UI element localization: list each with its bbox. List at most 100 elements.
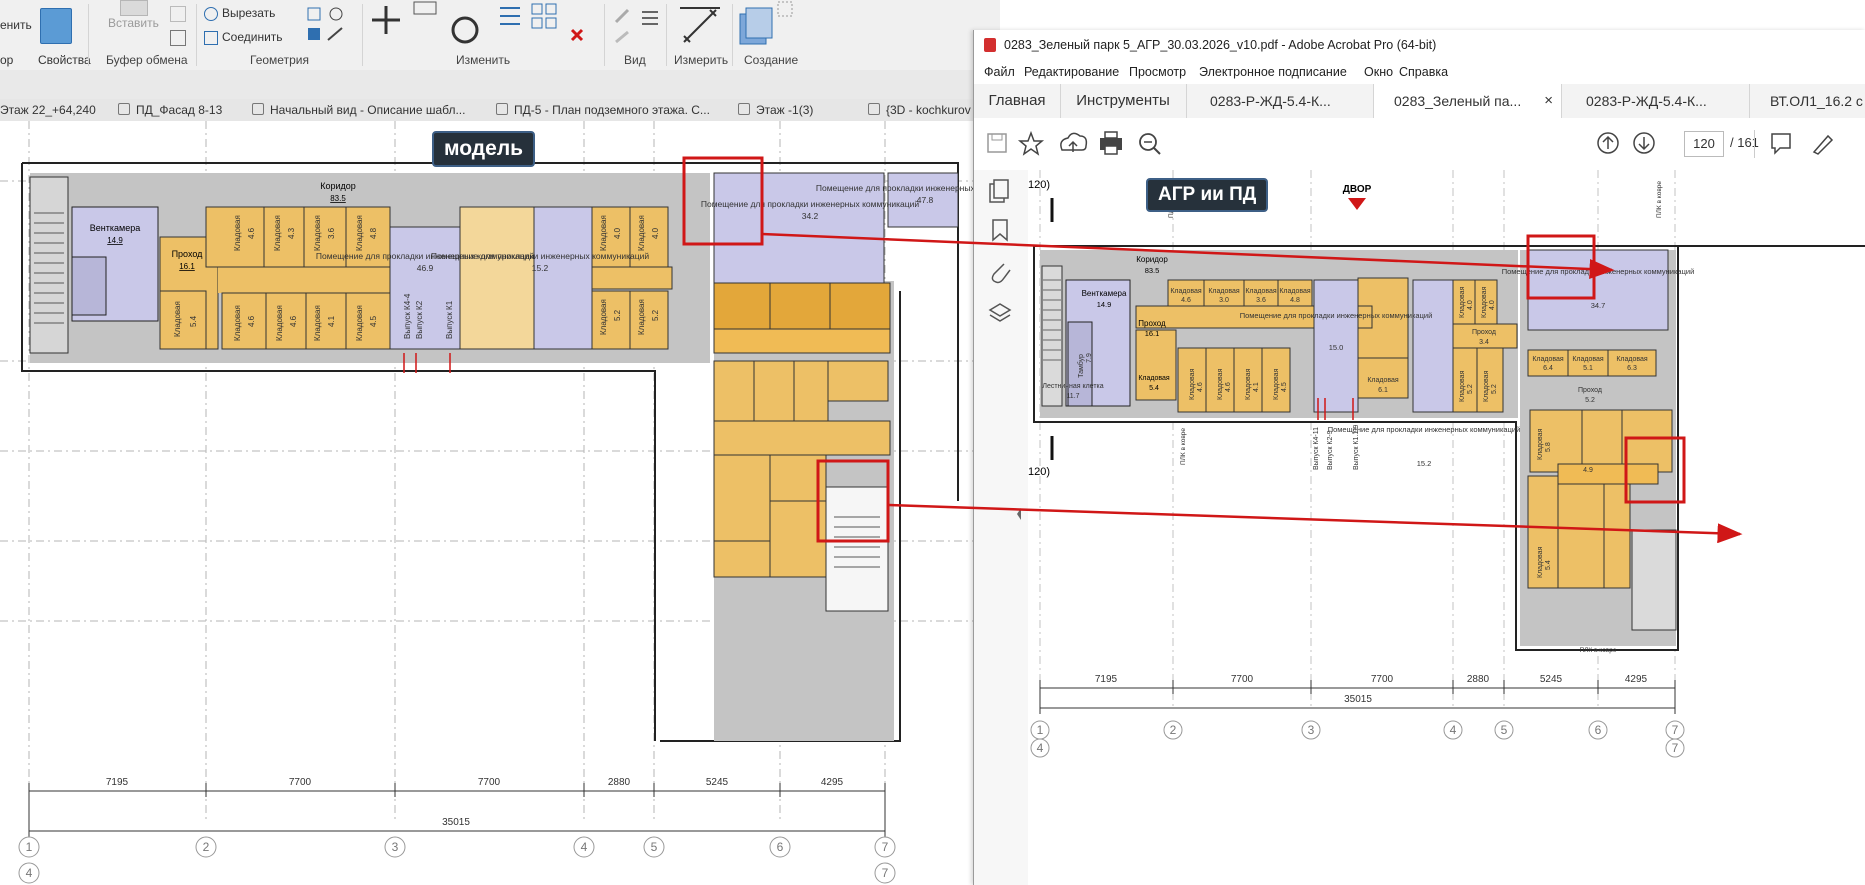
svg-text:35015: 35015	[1344, 694, 1372, 705]
modify-tools-icon[interactable]	[370, 0, 600, 48]
svg-text:5: 5	[651, 840, 658, 854]
svg-text:4.6: 4.6	[1225, 382, 1232, 392]
svg-text:34.7: 34.7	[1591, 301, 1606, 310]
paste-button[interactable]: Вставить	[108, 16, 159, 30]
svg-text:1: 1	[26, 840, 33, 854]
view-tab[interactable]: Начальный вид - Описание шабл...	[252, 103, 465, 117]
menu-file[interactable]: Файл	[984, 65, 1015, 79]
collapse-panel-icon[interactable]	[1017, 508, 1021, 520]
svg-text:Кладовая: Кладовая	[1537, 546, 1544, 578]
tab-document[interactable]: ВТ.ОЛ1_16.2 с	[1750, 84, 1865, 118]
measure-icon[interactable]	[680, 6, 720, 46]
pen-icon[interactable]	[1812, 134, 1834, 155]
stair-fill	[29, 176, 69, 354]
tab-document[interactable]: 0283-Р-ЖД-5.4-К...	[1186, 84, 1374, 118]
svg-text:Выпуск К1: Выпуск К1	[445, 300, 454, 339]
properties-button[interactable]: Свойства	[38, 53, 91, 67]
model-tag: модель	[432, 131, 536, 167]
next-page-icon[interactable]	[1633, 132, 1655, 154]
svg-text:Выпуск К1.1-9: Выпуск К1.1-9	[1353, 424, 1360, 470]
pdf-floor-plan: Коридор 83.5 Венткамера 14.9 Проход 16.1…	[1028, 170, 1865, 758]
create-tools-icon[interactable]	[738, 0, 798, 48]
room-area: 16.1	[1145, 329, 1160, 338]
svg-text:4.9: 4.9	[1583, 467, 1593, 474]
menu-esign[interactable]: Электронное подписание	[1199, 65, 1347, 79]
view-tab[interactable]: Этаж -1(3)	[738, 103, 813, 117]
previous-page-icon[interactable]	[1597, 132, 1619, 154]
cut-button[interactable]: Вырезать	[222, 6, 275, 20]
create-caption: Создание	[744, 53, 799, 67]
svg-text:7: 7	[1672, 741, 1679, 755]
join-icon[interactable]	[204, 31, 218, 45]
svg-text:4.5: 4.5	[369, 315, 378, 327]
properties-icon[interactable]	[40, 8, 72, 44]
svg-text:6: 6	[777, 840, 784, 854]
revit-model-canvas[interactable]: Коридор 83.5 Венткамера 14.9 Проход 16.1…	[0, 121, 973, 885]
tab-document-active[interactable]: 0283_Зеленый па... ×	[1374, 84, 1562, 118]
svg-text:Кладовая: Кладовая	[637, 299, 646, 335]
svg-text:4.0: 4.0	[613, 227, 622, 239]
pages-icon[interactable]	[989, 179, 1009, 203]
close-icon[interactable]: ×	[1544, 84, 1553, 118]
geometry-tools-icon[interactable]	[306, 6, 346, 44]
svg-text:7700: 7700	[478, 777, 501, 788]
menu-view[interactable]: Просмотр	[1129, 65, 1186, 79]
match-icon[interactable]	[170, 30, 186, 46]
svg-text:47.8: 47.8	[917, 195, 934, 205]
ventchamber-inner	[71, 256, 107, 316]
menu-edit[interactable]: Редактирование	[1024, 65, 1119, 79]
apply-button-partial[interactable]: енить	[0, 18, 32, 32]
bookmark-icon[interactable]	[992, 219, 1008, 242]
layers-icon[interactable]	[988, 303, 1012, 322]
svg-text:Кладовая: Кладовая	[1459, 370, 1466, 402]
svg-text:5.2: 5.2	[1467, 384, 1474, 394]
cut-icon[interactable]	[204, 7, 218, 21]
join-button[interactable]: Соединить	[222, 30, 283, 44]
pdf-page-view[interactable]: Коридор 83.5 Венткамера 14.9 Проход 16.1…	[1028, 170, 1865, 885]
view-tab-label: {3D - kochkurov	[886, 103, 971, 117]
paste-icon[interactable]	[120, 0, 148, 16]
upload-icon[interactable]	[1060, 132, 1088, 152]
svg-text:4.3: 4.3	[287, 227, 296, 239]
svg-text:5245: 5245	[706, 777, 729, 788]
tab-document[interactable]: 0283-Р-ЖД-5.4-К...	[1562, 84, 1750, 118]
view-tab[interactable]: {3D - kochkurov	[868, 103, 971, 117]
view-tab[interactable]: Этаж 22_+64,240	[0, 103, 96, 117]
axis-partial-label: 120)	[1028, 179, 1050, 191]
plan-icon	[738, 103, 750, 115]
svg-text:7195: 7195	[1095, 674, 1118, 685]
svg-text:Кладовая: Кладовая	[599, 215, 608, 251]
acrobat-left-rail	[974, 170, 1029, 885]
view-tab[interactable]: ПД_Фасад 8-13	[118, 103, 222, 117]
save-icon[interactable]	[987, 133, 1007, 153]
svg-text:Кладовая: Кладовая	[599, 299, 608, 335]
svg-text:5: 5	[1501, 723, 1508, 737]
star-icon[interactable]	[1017, 130, 1045, 156]
room-label: Венткамера	[90, 223, 140, 233]
room-area: 14.9	[107, 236, 123, 245]
svg-text:5.2: 5.2	[651, 309, 660, 321]
attachment-icon[interactable]	[991, 263, 1011, 284]
ribbon-gap	[0, 70, 1000, 99]
tab-label: Главная	[988, 92, 1046, 109]
svg-text:Лестничная клетка: Лестничная клетка	[1042, 383, 1103, 390]
modify-partial[interactable]: ор	[0, 53, 13, 67]
tab-tools[interactable]: Инструменты	[1060, 84, 1187, 118]
svg-text:4.8: 4.8	[369, 227, 378, 239]
view-tab-label: ПД_Фасад 8-13	[136, 103, 223, 117]
svg-text:5245: 5245	[1540, 674, 1563, 685]
svg-text:4295: 4295	[821, 777, 844, 788]
svg-text:4.1: 4.1	[1253, 382, 1260, 392]
tab-home[interactable]: Главная	[974, 84, 1061, 118]
menu-window[interactable]: Окно	[1364, 65, 1393, 79]
zoom-out-icon[interactable]	[1139, 133, 1161, 155]
comment-icon[interactable]	[1771, 133, 1791, 155]
page-number-input[interactable]: 120	[1684, 131, 1724, 157]
menu-help[interactable]: Справка	[1399, 65, 1448, 79]
svg-text:Кладовая: Кладовая	[1367, 377, 1399, 384]
print-icon[interactable]	[1100, 131, 1122, 155]
grid-axis-bubbles: 1 2 3 4 5 6 7 4 7	[18, 836, 896, 884]
copy-icon[interactable]	[170, 6, 186, 22]
view-tools-icon[interactable]	[612, 6, 662, 46]
view-tab[interactable]: ПД-5 - План подземного этажа. С...	[496, 103, 710, 117]
